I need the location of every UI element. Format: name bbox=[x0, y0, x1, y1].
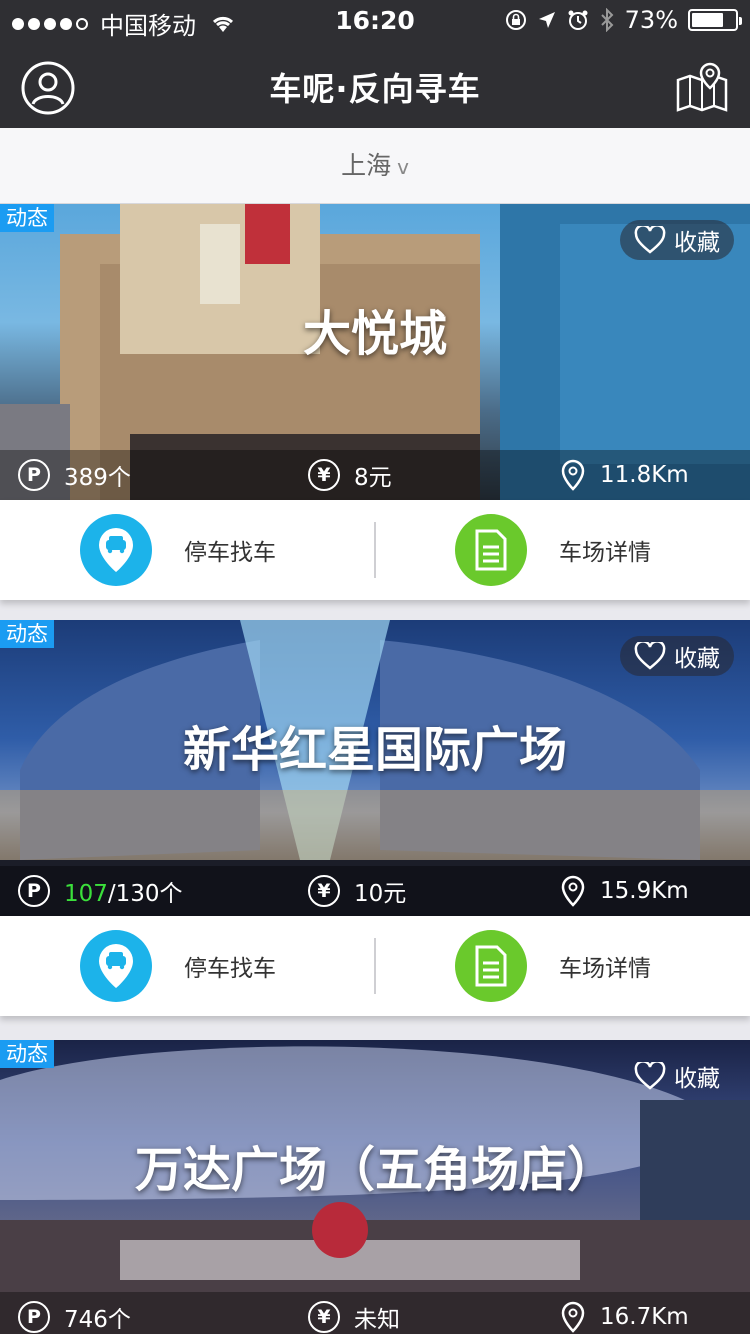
parking-photo[interactable]: 动态 收藏 新华红星国际广场 P 107/130个 ¥ 10元 15.9Km bbox=[0, 620, 750, 916]
location-arrow-icon bbox=[538, 12, 555, 28]
info-strip: P 389个 ¥ 8元 11.8Km bbox=[0, 450, 750, 500]
find-car-label: 停车找车 bbox=[184, 956, 276, 982]
document-icon bbox=[455, 930, 527, 1002]
battery-icon bbox=[688, 9, 742, 31]
car-pin-icon bbox=[80, 930, 152, 1002]
price-value: 未知 bbox=[354, 1307, 400, 1333]
total-spaces: /130个 bbox=[107, 881, 183, 907]
info-strip: P 107/130个 ¥ 10元 15.9Km bbox=[0, 866, 750, 916]
info-strip: P 746个 ¥ 未知 16.7Km bbox=[0, 1292, 750, 1334]
map-button[interactable] bbox=[674, 60, 730, 116]
status-right: 73% bbox=[505, 6, 742, 34]
bluetooth-icon bbox=[600, 8, 614, 32]
card-actions: 停车找车 车场详情 bbox=[0, 916, 750, 1016]
parking-spaces: 389个 bbox=[64, 465, 131, 491]
price: ¥ 未知 bbox=[308, 1292, 400, 1334]
page-title: 车呢·反向寻车 bbox=[269, 70, 481, 108]
alarm-icon bbox=[568, 10, 588, 30]
yuan-icon: ¥ bbox=[308, 1301, 340, 1333]
lot-details-button[interactable]: 车场详情 bbox=[455, 930, 651, 1002]
distance: 15.9Km bbox=[560, 866, 689, 916]
place-name: 新华红星国际广场 bbox=[182, 722, 567, 778]
chevron-down-icon: v bbox=[397, 155, 409, 179]
battery-percent: 73% bbox=[624, 6, 678, 34]
lot-details-button[interactable]: 车场详情 bbox=[455, 514, 651, 586]
city-selector[interactable]: 上海 v bbox=[0, 128, 750, 204]
find-car-label: 停车找车 bbox=[184, 540, 276, 566]
action-divider bbox=[374, 938, 376, 994]
location-pin-icon bbox=[561, 875, 585, 907]
lot-details-label: 车场详情 bbox=[559, 956, 651, 982]
location-pin-icon bbox=[561, 459, 585, 491]
available-spaces: 107 bbox=[64, 881, 108, 907]
distance: 11.8Km bbox=[560, 450, 689, 500]
nav-bar: 车呢·反向寻车 bbox=[0, 40, 750, 128]
rotation-lock-icon bbox=[505, 10, 526, 30]
map-pin-icon bbox=[676, 62, 728, 112]
parking-spaces: 107/130个 bbox=[64, 874, 183, 908]
parking-card: 动态 收藏 新华红星国际广场 P 107/130个 ¥ 10元 15.9Km 停… bbox=[0, 620, 750, 1016]
car-pin-icon bbox=[80, 514, 152, 586]
yuan-icon: ¥ bbox=[308, 459, 340, 491]
price: ¥ 10元 bbox=[308, 866, 406, 916]
battery-fill bbox=[692, 13, 723, 27]
card-actions: 停车找车 车场详情 bbox=[0, 500, 750, 600]
distance-value: 11.8Km bbox=[600, 462, 689, 488]
find-car-button[interactable]: 停车找车 bbox=[80, 514, 276, 586]
parking-card: 动态 收藏 大悦城 P 389个 ¥ 8元 11.8Km 停车找车 车场详情 bbox=[0, 204, 750, 600]
parking-icon: P bbox=[18, 459, 50, 491]
price: ¥ 8元 bbox=[308, 450, 392, 500]
parking-count: P 389个 bbox=[18, 450, 131, 500]
price-value: 8元 bbox=[354, 465, 392, 491]
document-icon bbox=[455, 514, 527, 586]
distance-value: 16.7Km bbox=[600, 1304, 689, 1330]
status-bar: 中国移动 16:20 73% bbox=[0, 0, 750, 40]
place-name: 万达广场（五角场店） bbox=[134, 1142, 615, 1198]
place-name: 大悦城 bbox=[302, 306, 447, 362]
price-value: 10元 bbox=[354, 881, 407, 907]
parking-photo[interactable]: 动态 收藏 大悦城 P 389个 ¥ 8元 11.8Km bbox=[0, 204, 750, 500]
yuan-icon: ¥ bbox=[308, 875, 340, 907]
action-divider bbox=[374, 522, 376, 578]
parking-spaces: 746个 bbox=[64, 1307, 131, 1333]
parking-icon: P bbox=[18, 1301, 50, 1333]
parking-count: P 746个 bbox=[18, 1292, 131, 1334]
parking-icon: P bbox=[18, 875, 50, 907]
parking-count: P 107/130个 bbox=[18, 866, 183, 916]
city-name: 上海 bbox=[341, 151, 392, 180]
find-car-button[interactable]: 停车找车 bbox=[80, 930, 276, 1002]
distance: 16.7Km bbox=[560, 1292, 689, 1334]
parking-card: 动态 收藏 万达广场（五角场店） P 746个 ¥ 未知 16.7Km bbox=[0, 1040, 750, 1334]
distance-value: 15.9Km bbox=[600, 878, 689, 904]
location-pin-icon bbox=[561, 1301, 585, 1333]
parking-photo[interactable]: 动态 收藏 万达广场（五角场店） P 746个 ¥ 未知 16.7Km bbox=[0, 1040, 750, 1334]
lot-details-label: 车场详情 bbox=[559, 540, 651, 566]
